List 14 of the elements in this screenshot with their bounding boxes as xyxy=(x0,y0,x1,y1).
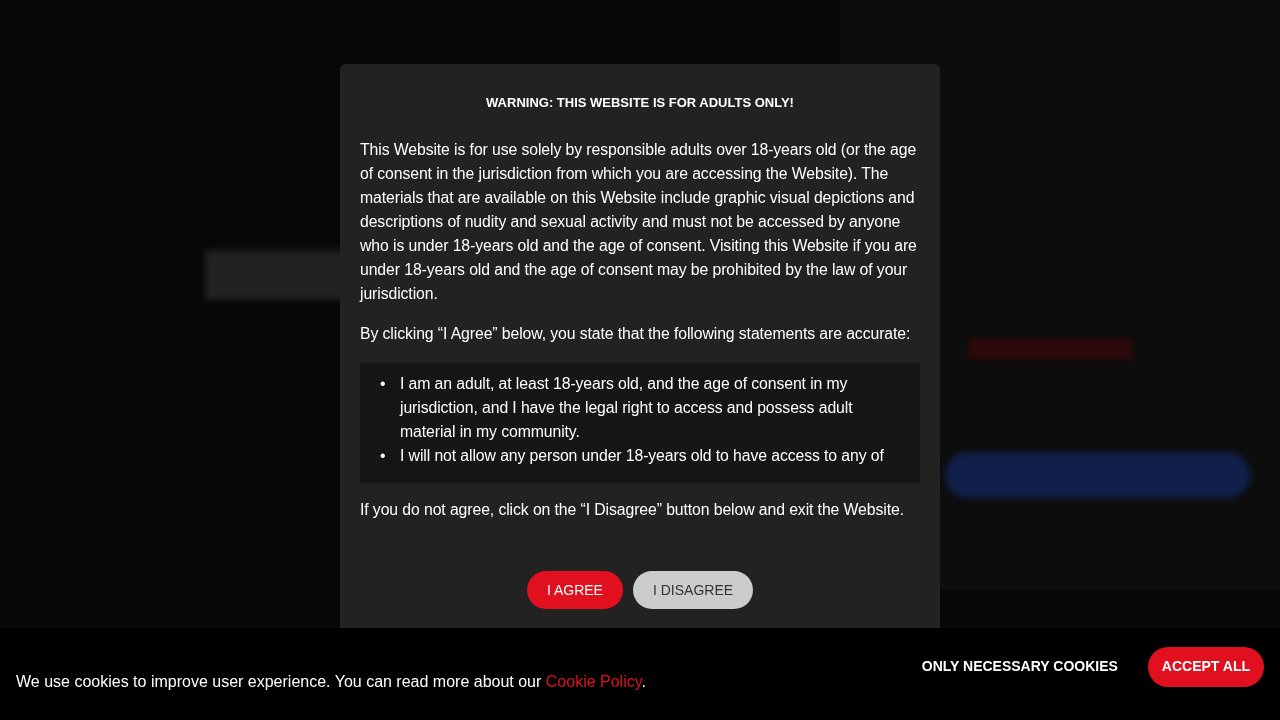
cookie-notice: We use cookies to improve user experience. You can read more about our Cookie Policy. xyxy=(16,671,646,692)
dialog-title: WARNING: THIS WEBSITE IS FOR ADULTS ONLY! xyxy=(485,94,795,112)
agree-button[interactable]: I AGREE xyxy=(526,571,623,609)
accept-all-button[interactable]: ACCEPT ALL xyxy=(1147,646,1264,687)
bullet: • xyxy=(380,374,387,394)
disagree-button[interactable]: I DISAGREE xyxy=(632,571,754,609)
dialog-paragraph: This Website is for use solely by responsible adults over 18-years old (or the age of consent in the jurisdiction from which you are accessing the Website). The materials that are available on this Website include graphic visual depictions and descriptions of nudity and sexual activity and must not be accessed by anyone who is under 18-years old and the age of consent. Visiting this Website if you are under 18-years old and the age of consent may be prohibited by the law of your jurisdiction. xyxy=(360,140,918,304)
statement-text: I am an adult, at least 18-years old, and the age of consent in my jurisdiction, and I have the legal right to access and possess adult material in my community. xyxy=(400,374,854,442)
dialog-paragraph: By clicking “I Agree” below, you state that the following statements are accurate: xyxy=(360,324,912,344)
statement-text: I will not allow any person under 18-years old to have access to any of xyxy=(400,446,884,466)
bullet: • xyxy=(380,446,387,466)
necessary-cookies-button[interactable]: ONLY NECESSARY COOKIES xyxy=(921,647,1118,686)
cookie-policy-link[interactable]: Cookie Policy xyxy=(545,672,642,690)
dialog-footer-text: If you do not agree, click on the “I Disagree” button below and exit the Website. xyxy=(360,500,905,520)
